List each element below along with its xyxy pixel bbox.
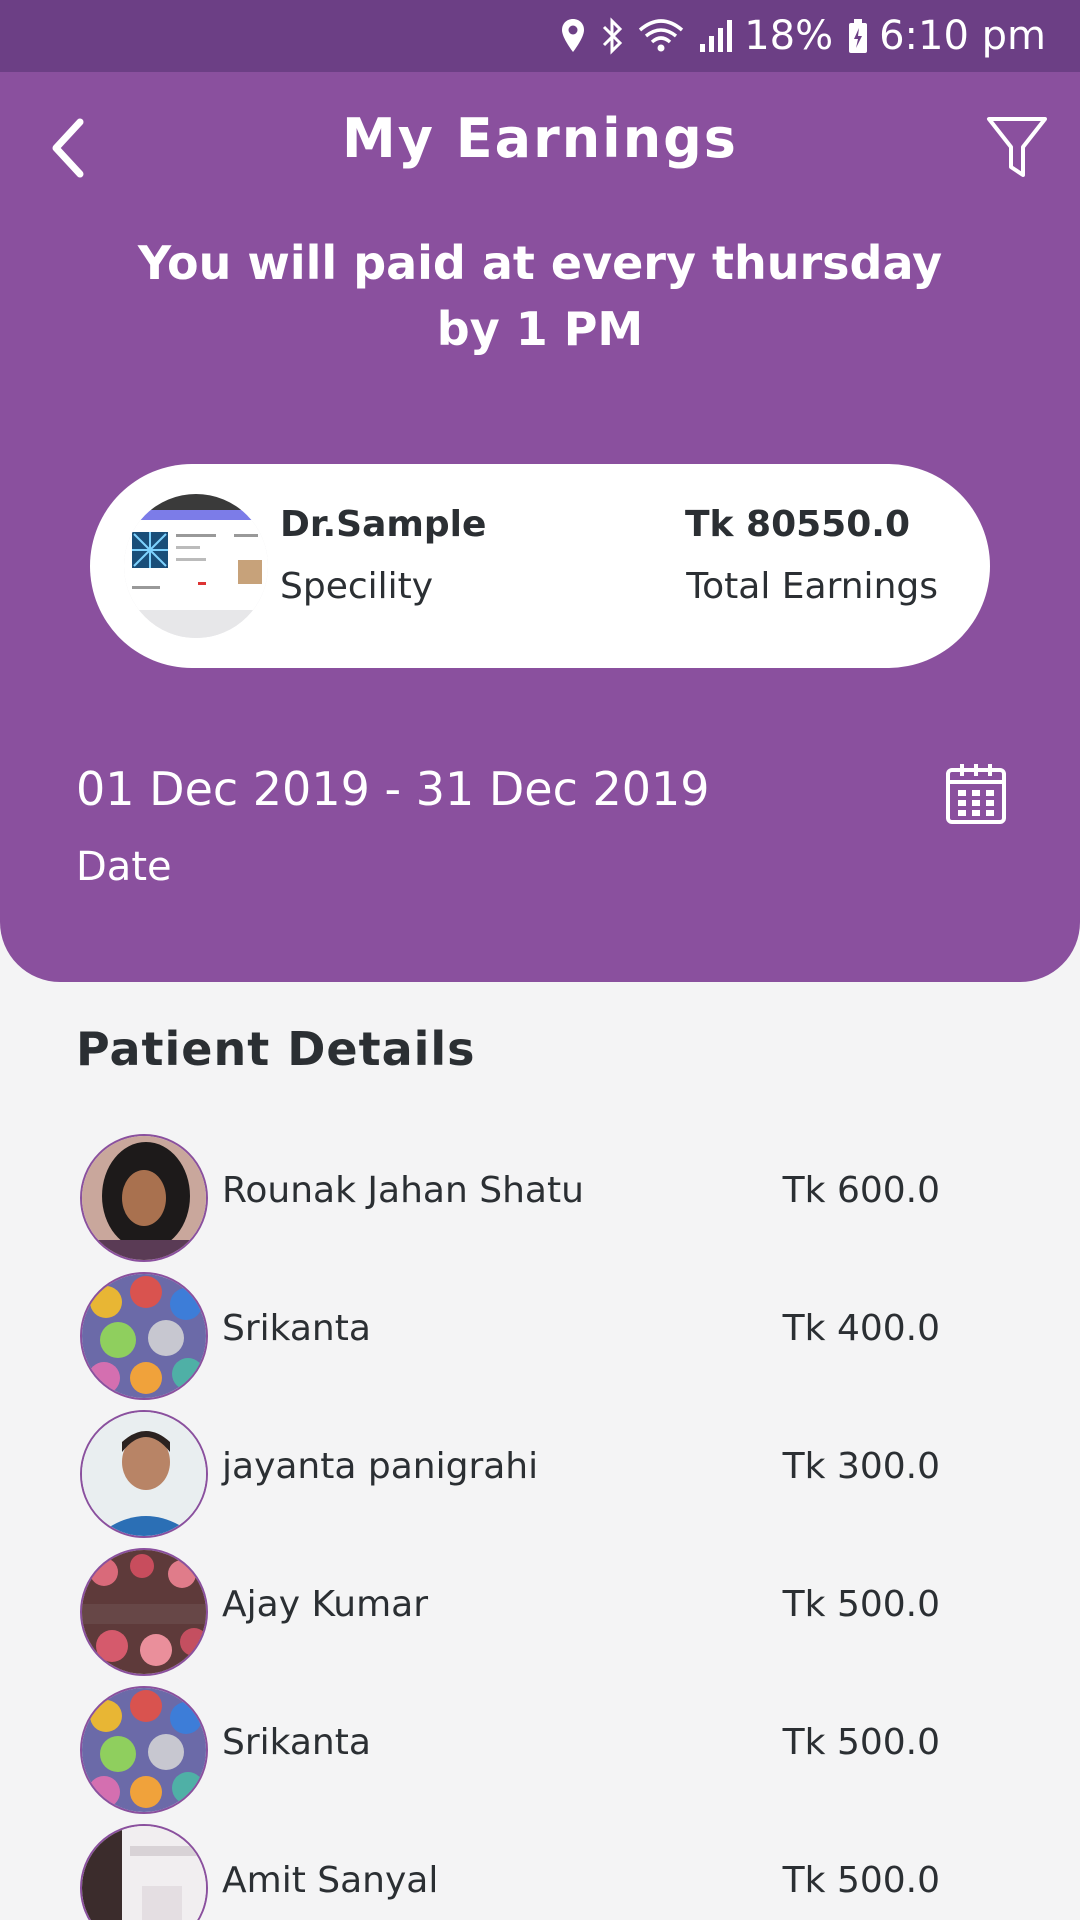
patient-name: jayanta panigrahi: [222, 1446, 539, 1487]
patient-amount: Tk 500.0: [782, 1584, 940, 1625]
date-label: Date: [76, 844, 172, 890]
location-icon: [560, 18, 586, 54]
patient-row[interactable]: Rounak Jahan Shatu Tk 600.0: [0, 1130, 1080, 1268]
patient-amount: Tk 300.0: [782, 1446, 940, 1487]
patient-row[interactable]: jayanta panigrahi Tk 300.0: [0, 1406, 1080, 1544]
status-bar: 18% 6:10 pm: [0, 0, 1080, 72]
patient-amount: Tk 600.0: [782, 1170, 940, 1211]
patient-name: Srikanta: [222, 1722, 371, 1763]
date-range[interactable]: 01 Dec 2019 - 31 Dec 2019: [76, 762, 710, 816]
patient-row[interactable]: Srikanta Tk 500.0: [0, 1682, 1080, 1820]
patient-name: Amit Sanyal: [222, 1860, 439, 1901]
patient-row[interactable]: Srikanta Tk 400.0: [0, 1268, 1080, 1406]
wifi-icon: [638, 18, 684, 54]
filter-button[interactable]: [982, 110, 1052, 184]
doctor-name: Dr.Sample: [280, 504, 487, 545]
patient-row[interactable]: Amit Sanyal Tk 500.0: [0, 1820, 1080, 1920]
total-earnings-label: Total Earnings: [686, 566, 938, 607]
calendar-button[interactable]: [944, 762, 1008, 826]
patient-amount: Tk 500.0: [782, 1722, 940, 1763]
earnings-header: My Earnings You will paid at every thurs…: [0, 72, 1080, 982]
doctor-summary-card: Dr.Sample Specility Tk 80550.0 Total Ear…: [90, 464, 990, 668]
battery-icon: [847, 18, 869, 54]
calendar-icon: [946, 764, 1006, 824]
patient-avatar: [80, 1824, 208, 1920]
patient-name: Rounak Jahan Shatu: [222, 1170, 584, 1211]
filter-icon: [987, 117, 1047, 177]
patient-list: Rounak Jahan Shatu Tk 600.0 Srikanta Tk …: [0, 1130, 1080, 1920]
signal-icon: [698, 18, 734, 54]
doctor-speciality: Specility: [280, 566, 434, 607]
patient-amount: Tk 500.0: [782, 1860, 940, 1901]
page-title: My Earnings: [342, 107, 738, 170]
bluetooth-icon: [600, 17, 624, 55]
patient-row[interactable]: Ajay Kumar Tk 500.0: [0, 1544, 1080, 1682]
patient-avatar: [80, 1410, 208, 1538]
clock: 6:10 pm: [879, 13, 1046, 59]
patient-avatar: [80, 1686, 208, 1814]
battery-percent: 18%: [744, 13, 834, 59]
total-earnings-amount: Tk 80550.0: [685, 504, 910, 545]
payment-notice: You will paid at every thursday by 1 PM: [137, 236, 943, 356]
doctor-avatar: [124, 494, 268, 638]
patient-avatar: [80, 1134, 208, 1262]
section-title: Patient Details: [76, 1022, 476, 1076]
patient-name: Ajay Kumar: [222, 1584, 428, 1625]
patient-name: Srikanta: [222, 1308, 371, 1349]
patient-avatar: [80, 1548, 208, 1676]
patient-amount: Tk 400.0: [782, 1308, 940, 1349]
patient-avatar: [80, 1272, 208, 1400]
